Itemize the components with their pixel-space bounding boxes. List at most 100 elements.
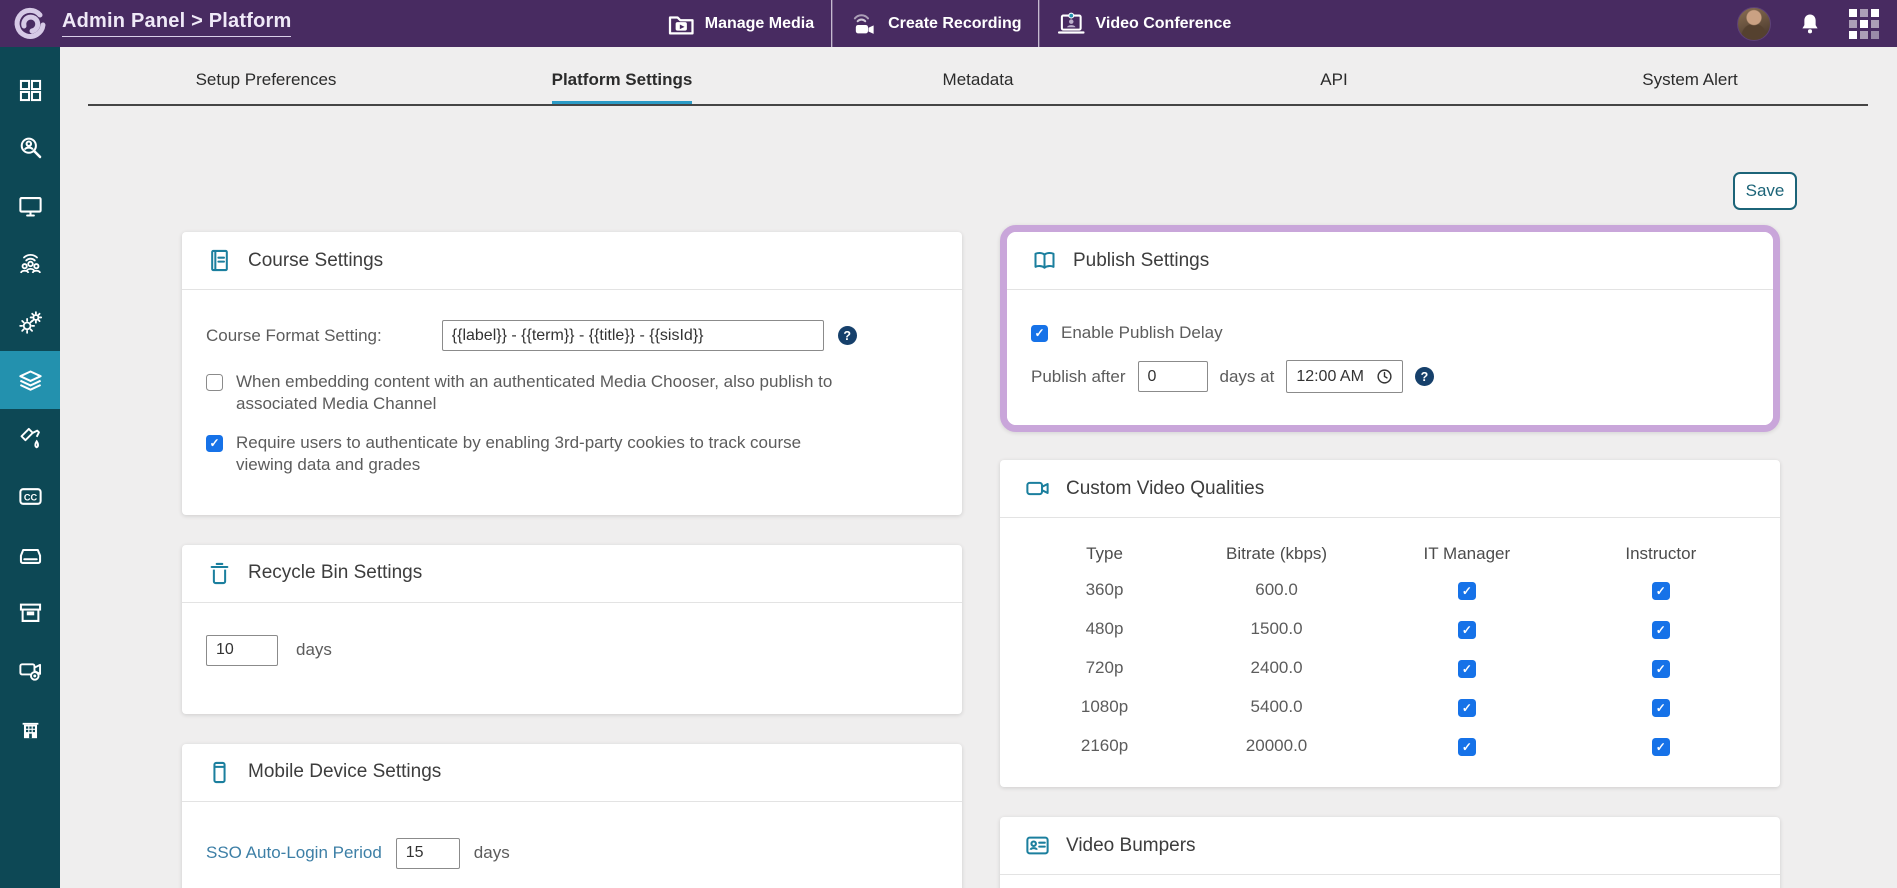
tab-metadata[interactable]: Metadata	[800, 70, 1156, 104]
open-book-icon	[1034, 251, 1055, 269]
sidebar-item-branding[interactable]	[0, 409, 60, 467]
top-nav: Manage Media Create Recording Video Conf…	[649, 0, 1248, 47]
apps-grid-icon[interactable]	[1849, 8, 1879, 39]
video-qualities-card: Custom Video Qualities Type Bitrate (kbp…	[1000, 460, 1780, 788]
notebook-icon	[211, 249, 228, 272]
quality-bitrate: 2400.0	[1250, 657, 1303, 677]
recycle-bin-days-label: days	[296, 640, 332, 660]
smartphone-icon	[213, 761, 226, 783]
archive-box-icon	[19, 603, 41, 622]
recycle-bin-days-input[interactable]	[206, 634, 278, 666]
third-party-cookies-checkbox[interactable]	[206, 434, 223, 452]
card-title: Course Settings	[248, 249, 384, 271]
sidebar-item-live-events[interactable]	[0, 235, 60, 293]
quality-type: 720p	[1085, 657, 1124, 677]
layers-icon	[18, 369, 42, 391]
page-title: Admin Panel > Platform	[62, 10, 292, 37]
paint-drop-icon	[20, 427, 40, 448]
instructor-checkbox[interactable]	[1651, 737, 1670, 756]
sidebar-item-recordings[interactable]	[0, 641, 60, 699]
table-row: 2160p 20000.0	[1024, 726, 1756, 765]
sidebar-item-user-search[interactable]	[0, 119, 60, 177]
card-title: Custom Video Qualities	[1066, 477, 1265, 499]
it-manager-checkbox[interactable]	[1457, 737, 1476, 756]
laptop-conference-icon	[1058, 12, 1085, 34]
quality-type: 480p	[1085, 618, 1124, 638]
instructor-checkbox[interactable]	[1651, 698, 1670, 717]
course-format-input[interactable]	[441, 320, 824, 351]
trash-icon	[210, 562, 229, 584]
sidebar-item-captions[interactable]: CC	[0, 467, 60, 525]
card-title: Video Bumpers	[1066, 834, 1196, 856]
tab-system-alert[interactable]: System Alert	[1512, 70, 1868, 104]
publish-after-label: Publish after	[1031, 366, 1126, 386]
table-row: 1080p 5400.0	[1024, 687, 1756, 726]
recycle-bin-card: Recycle Bin Settings days	[182, 544, 962, 714]
manage-media-label: Manage Media	[704, 14, 815, 32]
publish-settings-highlight: Publish Settings Enable Publish Delay Pu…	[1000, 225, 1780, 433]
svg-text:CC: CC	[23, 492, 37, 502]
broadcast-camera-icon	[853, 13, 874, 34]
tab-api[interactable]: API	[1156, 70, 1512, 104]
help-icon[interactable]	[1414, 367, 1434, 387]
user-avatar[interactable]	[1737, 6, 1771, 41]
settings-tabs: Setup Preferences Platform Settings Meta…	[88, 70, 1868, 106]
clock-icon[interactable]	[1376, 368, 1393, 385]
sso-auto-login-input[interactable]	[395, 837, 460, 869]
it-manager-checkbox[interactable]	[1457, 659, 1476, 678]
notifications-bell-icon[interactable]	[1797, 11, 1823, 37]
col-header-instructor: Instructor	[1625, 544, 1697, 564]
instructor-checkbox[interactable]	[1651, 620, 1670, 639]
building-icon	[22, 722, 38, 738]
quality-bitrate: 600.0	[1255, 579, 1298, 599]
it-manager-checkbox[interactable]	[1457, 620, 1476, 639]
app-logo-icon[interactable]	[12, 6, 48, 42]
create-recording-label: Create Recording	[888, 14, 1022, 32]
table-row: 360p 600.0	[1024, 570, 1756, 609]
help-icon[interactable]	[837, 326, 857, 345]
col-header-bitrate: Bitrate (kbps)	[1225, 544, 1328, 564]
col-header-type: Type	[1086, 544, 1123, 564]
card-title: Publish Settings	[1073, 249, 1210, 271]
save-button[interactable]: Save	[1733, 172, 1797, 210]
gears-icon	[18, 310, 42, 334]
it-manager-checkbox[interactable]	[1457, 581, 1476, 600]
quality-bitrate: 5400.0	[1250, 696, 1303, 716]
days-at-label: days at	[1219, 366, 1275, 386]
tab-platform-settings[interactable]: Platform Settings	[444, 70, 800, 104]
sidebar-item-organization[interactable]	[0, 699, 60, 757]
sidebar-item-storage[interactable]	[0, 525, 60, 583]
user-search-icon	[20, 137, 41, 158]
instructor-checkbox[interactable]	[1651, 659, 1670, 678]
quality-type: 360p	[1085, 579, 1124, 599]
manage-media-button[interactable]: Manage Media	[649, 0, 831, 47]
audience-broadcast-icon	[19, 253, 41, 273]
course-format-label: Course Format Setting:	[206, 325, 382, 345]
cc-icon: CC	[18, 487, 42, 505]
sidebar-item-platform[interactable]	[0, 351, 60, 409]
publish-time-value: 12:00 AM	[1296, 367, 1364, 385]
instructor-checkbox[interactable]	[1651, 581, 1670, 600]
video-qualities-table: Type Bitrate (kbps) IT Manager Instructo…	[1024, 544, 1756, 765]
it-manager-checkbox[interactable]	[1457, 698, 1476, 717]
table-row: 480p 1500.0	[1024, 609, 1756, 648]
tab-setup-preferences[interactable]: Setup Preferences	[88, 70, 444, 104]
sidebar-item-settings[interactable]	[0, 293, 60, 351]
create-recording-button[interactable]: Create Recording	[831, 0, 1038, 47]
enable-publish-delay-checkbox[interactable]	[1031, 324, 1048, 342]
sso-auto-login-label: SSO Auto-Login Period	[206, 843, 382, 863]
video-conference-button[interactable]: Video Conference	[1038, 0, 1248, 47]
publish-settings-card: Publish Settings Enable Publish Delay Pu…	[1007, 232, 1773, 426]
media-chooser-checkbox[interactable]	[206, 374, 223, 391]
sidebar-item-displays[interactable]	[0, 177, 60, 235]
course-settings-card: Course Settings Course Format Setting: W…	[182, 232, 962, 515]
enable-publish-delay-label: Enable Publish Delay	[1061, 323, 1223, 342]
third-party-cookies-checkbox-label: Require users to authenticate by enablin…	[236, 432, 802, 475]
sidebar-item-dashboard[interactable]	[0, 61, 60, 119]
sidebar-item-archive[interactable]	[0, 583, 60, 641]
media-chooser-checkbox-label: When embedding content with an authentic…	[236, 372, 833, 414]
publish-delay-days-input[interactable]	[1137, 361, 1208, 393]
publish-time-input[interactable]: 12:00 AM	[1286, 360, 1403, 394]
mobile-device-card: Mobile Device Settings SSO Auto-Login Pe…	[182, 743, 962, 888]
top-bar: Admin Panel > Platform Manage Media Crea…	[0, 0, 1897, 47]
